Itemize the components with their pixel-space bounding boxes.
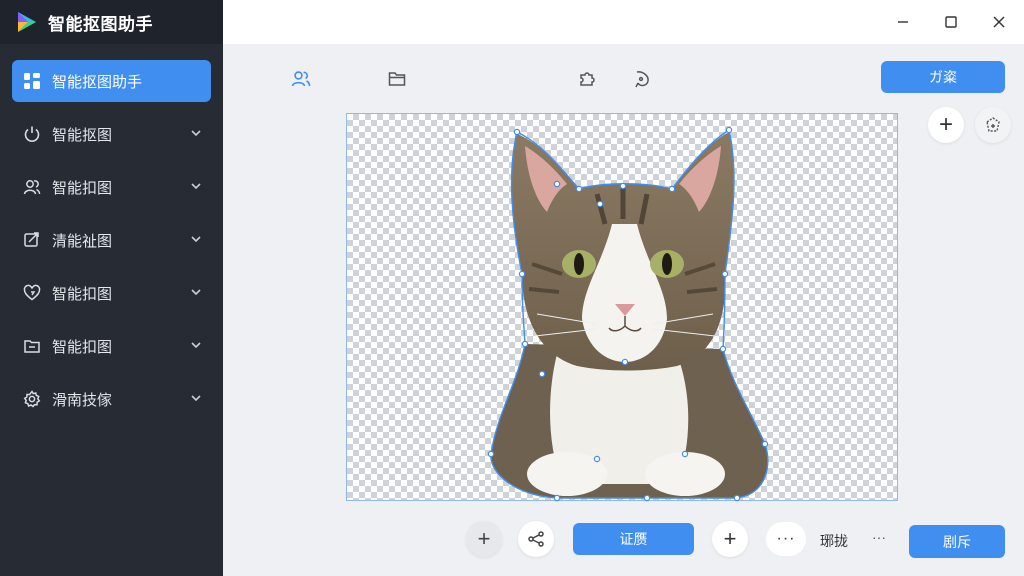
lasso-icon xyxy=(635,71,649,88)
users-icon xyxy=(291,71,311,87)
sidebar: 智能抠图助手 智能抠图助手 智能抠图 智能扣图 清能祉图 智能扣图 智能扣图 滑… xyxy=(0,0,223,576)
chevron-down-icon xyxy=(191,342,201,349)
title-bar xyxy=(223,0,1024,44)
share-icon xyxy=(528,531,544,547)
sidebar-item-heart-cutout[interactable]: 智能扣图 xyxy=(12,272,211,314)
cat-cutout-image[interactable] xyxy=(347,114,899,502)
main-area: ガ粢 + + 证赝 + ··· 琊拢 ··· 剧斥 xyxy=(223,0,1024,576)
maximize-icon xyxy=(945,16,957,28)
finish-button[interactable]: 剧斥 xyxy=(909,525,1005,558)
chevron-down-icon xyxy=(191,130,201,137)
people-icon xyxy=(22,177,42,197)
sidebar-item-label: 清能祉图 xyxy=(52,232,113,250)
folder-tool-button[interactable] xyxy=(384,66,410,92)
close-icon xyxy=(993,16,1005,28)
minimize-icon xyxy=(898,21,908,23)
app-header: 智能抠图助手 xyxy=(0,0,223,44)
confirm-button[interactable]: 证赝 xyxy=(573,523,694,555)
sidebar-item-label: 智能抠图 xyxy=(52,126,113,144)
crop-icon xyxy=(22,230,42,250)
sidebar-item-folder-cutout[interactable]: 智能扣图 xyxy=(12,325,211,367)
puzzle-icon xyxy=(580,72,595,86)
sidebar-item-label: 智能扣图 xyxy=(52,285,113,303)
sidebar-item-settings[interactable]: 滑南技傢 xyxy=(12,378,211,420)
chevron-down-icon xyxy=(191,236,201,243)
text-option-button[interactable]: 琊拢 xyxy=(820,531,848,551)
plus-icon: + xyxy=(477,526,491,551)
power-icon xyxy=(22,124,42,144)
zoom-in-button[interactable]: + xyxy=(466,521,502,557)
share-button[interactable] xyxy=(518,521,554,557)
chevron-down-icon xyxy=(191,183,201,190)
plus-icon: + xyxy=(723,526,737,551)
close-button[interactable] xyxy=(987,10,1011,34)
sidebar-item-label: 滑南技傢 xyxy=(52,391,113,409)
more-icon: ··· xyxy=(776,530,796,547)
folder-icon xyxy=(22,336,42,356)
chevron-down-icon xyxy=(191,289,201,296)
add-layer-button[interactable]: + xyxy=(928,107,964,143)
sidebar-item-label: 智能抠图助手 xyxy=(52,73,143,91)
gear-icon xyxy=(22,389,42,409)
plus-icon: + xyxy=(938,111,953,138)
lasso-tool-button[interactable] xyxy=(629,66,655,92)
sidebar-nav: 智能抠图助手 智能抠图 智能扣图 清能祉图 智能扣图 智能扣图 滑南技傢 xyxy=(0,44,223,420)
chevron-down-icon xyxy=(191,395,201,402)
sidebar-item-smart-cutout[interactable]: 智能抠图 xyxy=(12,113,211,155)
heart-icon xyxy=(22,283,42,303)
sidebar-item-assistant[interactable]: 智能抠图助手 xyxy=(12,60,211,102)
sidebar-item-people-cutout[interactable]: 智能扣图 xyxy=(12,166,211,208)
more-icon[interactable]: ··· xyxy=(872,529,886,545)
users-tool-button[interactable] xyxy=(288,66,314,92)
primary-action-button[interactable]: ガ粢 xyxy=(881,61,1005,93)
sidebar-item-label: 智能扣图 xyxy=(52,338,113,356)
app-logo-icon xyxy=(18,12,36,32)
app-title: 智能抠图助手 xyxy=(48,14,153,34)
folder-icon xyxy=(388,72,406,86)
more-options-button[interactable]: ··· xyxy=(766,522,806,556)
minimize-button[interactable] xyxy=(891,10,915,34)
image-canvas[interactable] xyxy=(346,113,899,502)
sidebar-item-label: 智能扣图 xyxy=(52,179,113,197)
puzzle-tool-button[interactable] xyxy=(575,66,601,92)
polygon-edit-icon xyxy=(986,117,1000,132)
grid-icon xyxy=(22,71,42,91)
polygon-edit-button[interactable] xyxy=(975,107,1011,143)
maximize-button[interactable] xyxy=(939,10,963,34)
sidebar-item-crop[interactable]: 清能祉图 xyxy=(12,219,211,261)
add-button[interactable]: + xyxy=(712,521,748,557)
